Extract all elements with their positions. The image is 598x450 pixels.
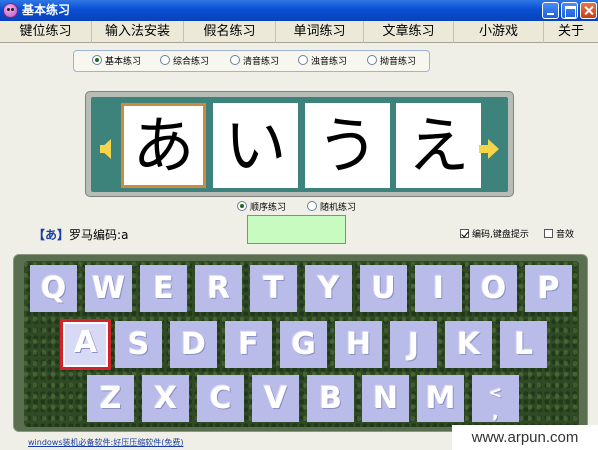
key-m[interactable]: M [417,375,464,422]
mode-dakuon-label: 浊音练习 [311,57,348,67]
radio-icon [237,201,247,211]
radio-icon [160,55,170,65]
watermark: www.arpun.com [452,425,598,450]
checkbox-icon [460,229,469,238]
checkbox-icon [544,229,553,238]
keyboard-field: Q W E R T Y U I O P A S D F G H J K L Z … [24,261,579,427]
mode-youon-label: 拗音练习 [380,57,417,67]
kana-card: あ [121,103,206,188]
key-r[interactable]: R [195,265,242,312]
tab-article-practice[interactable]: 文章练习 [364,21,454,43]
kana-card: う [305,103,390,188]
romaji-hint: 【あ】罗马编码:a [33,228,128,242]
kana-card: い [213,103,298,188]
mode-basic-label: 基本练习 [105,57,142,67]
key-w[interactable]: W [85,265,132,312]
key-comma[interactable]: < , [472,375,519,422]
kana-card: え [396,103,481,188]
key-a[interactable]: A [60,319,111,370]
mode-seion-option[interactable]: 清音练习 [230,55,279,68]
key-i[interactable]: I [415,265,462,312]
key-g[interactable]: G [280,321,327,368]
app-icon [3,3,18,18]
key-p[interactable]: P [525,265,572,312]
key-c[interactable]: C [197,375,244,422]
sound-effect-checkbox[interactable]: 音效 [544,229,574,241]
code-keyboard-hint-label: 编码,键盘提示 [472,230,529,240]
key-y[interactable]: Y [305,265,352,312]
tab-word-practice[interactable]: 单词练习 [276,21,364,43]
key-x[interactable]: X [142,375,189,422]
arrow-left-icon[interactable] [100,139,111,159]
maximize-button[interactable] [561,2,578,19]
tab-about[interactable]: 关于 [544,21,598,43]
key-h[interactable]: H [335,321,382,368]
key-z[interactable]: Z [87,375,134,422]
key-l[interactable]: L [500,321,547,368]
key-k[interactable]: K [445,321,492,368]
mode-comprehensive-label: 综合练习 [173,57,210,67]
order-random-option[interactable]: 随机练习 [307,201,356,215]
key-b[interactable]: B [307,375,354,422]
tab-kana-practice[interactable]: 假名练习 [184,21,276,43]
key-u[interactable]: U [360,265,407,312]
romaji-label: 罗马编码: [69,228,122,242]
radio-icon [307,201,317,211]
order-random-label: 随机练习 [320,203,357,213]
key-d[interactable]: D [170,321,217,368]
key-e[interactable]: E [140,265,187,312]
romaji-code: a [121,228,129,242]
minimize-button[interactable] [542,2,559,19]
keyboard: Q W E R T Y U I O P A S D F G H J K L Z … [13,254,588,432]
mode-seion-label: 清音练习 [243,57,280,67]
arrow-right-icon[interactable] [479,139,499,159]
key-t[interactable]: T [250,265,297,312]
footer-ad-link[interactable]: windows装机必备软件:好压压缩软件(免费) [28,438,183,448]
tab-mini-games[interactable]: 小游戏 [454,21,544,43]
current-kana: 【あ】 [33,228,70,242]
radio-icon [298,55,308,65]
radio-icon [92,55,102,65]
practice-mode-group: 基本练习 综合练习 清音练习 浊音练习 拗音练习 [73,50,430,72]
key-n[interactable]: N [362,375,409,422]
key-o[interactable]: O [470,265,517,312]
tab-ime-install[interactable]: 输入法安装 [92,21,184,43]
radio-icon [367,55,377,65]
kana-display: あ い う え [85,91,514,197]
mode-dakuon-option[interactable]: 浊音练习 [298,55,347,68]
key-j[interactable]: J [390,321,437,368]
window-title: 基本练习 [22,3,71,17]
title-bar: 基本练习 [0,0,598,21]
key-s[interactable]: S [115,321,162,368]
code-keyboard-hint-checkbox[interactable]: 编码,键盘提示 [460,229,529,241]
key-f[interactable]: F [225,321,272,368]
mode-youon-option[interactable]: 拗音练习 [367,55,416,68]
tab-bar: 键位练习 输入法安装 假名练习 单词练习 文章练习 小游戏 关于 [0,21,598,43]
mode-basic-option[interactable]: 基本练习 [92,55,141,68]
order-sequential-label: 顺序练习 [250,203,287,213]
sound-effect-label: 音效 [556,230,575,240]
tab-key-practice[interactable]: 键位练习 [0,21,92,43]
answer-input[interactable] [247,215,346,244]
radio-icon [230,55,240,65]
order-sequential-option[interactable]: 顺序练习 [237,201,286,215]
key-q[interactable]: Q [30,265,77,312]
close-button[interactable] [580,2,597,19]
mode-comprehensive-option[interactable]: 综合练习 [160,55,209,68]
kana-panel: あ い う え [91,97,508,192]
key-v[interactable]: V [252,375,299,422]
